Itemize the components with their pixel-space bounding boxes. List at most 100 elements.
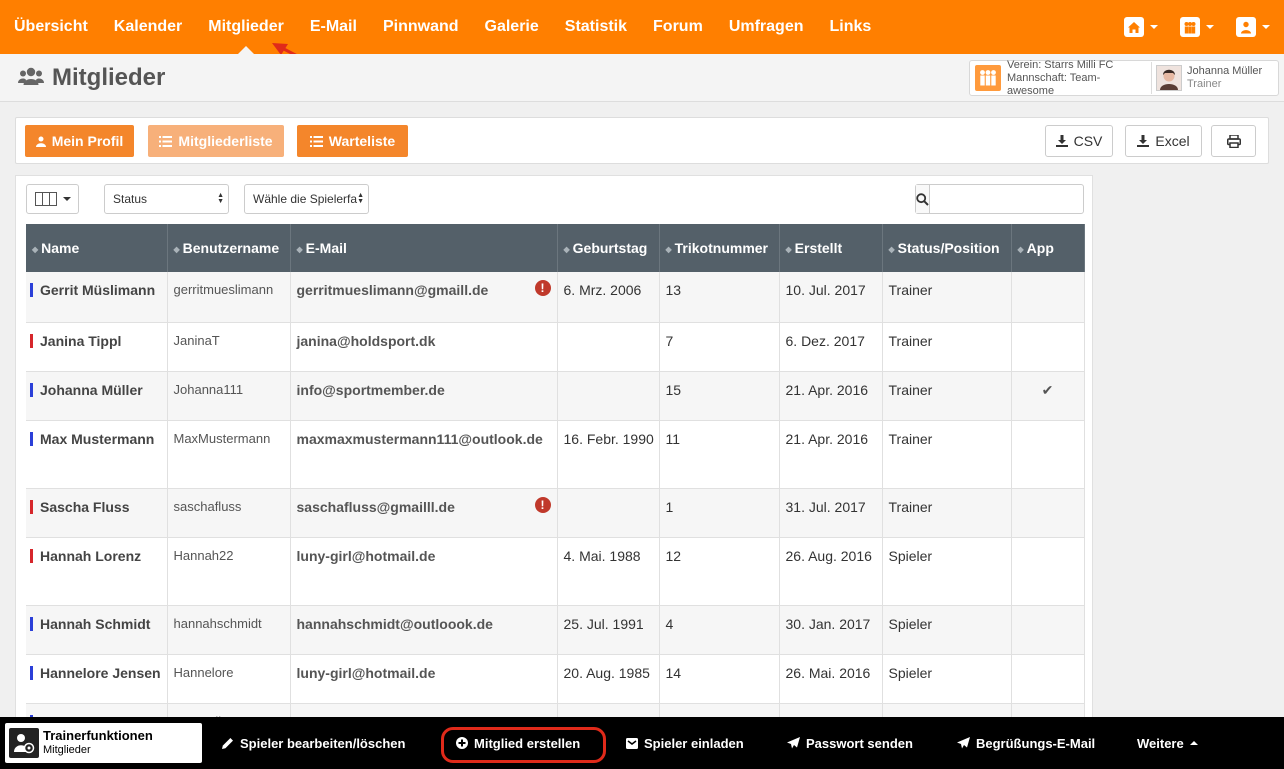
username-cell: Johanna111 bbox=[167, 371, 291, 421]
nav-item-umfragen[interactable]: Umfragen bbox=[716, 0, 817, 54]
send-password-button[interactable]: Passwort senden bbox=[787, 717, 913, 769]
member-name-cell[interactable]: Hannah Schmidt bbox=[26, 605, 168, 655]
status-select-value: Status bbox=[113, 192, 148, 206]
email-text: hannahschmidt@outloook.de bbox=[296, 615, 493, 632]
excel-export-button[interactable]: Excel bbox=[1125, 125, 1202, 157]
status-position-cell: Trainer bbox=[882, 420, 1012, 489]
column-header-label: Status/Position bbox=[897, 240, 1000, 256]
nav-item-uebersicht[interactable]: Übersicht bbox=[0, 0, 101, 54]
player-color-select[interactable]: Wähle die Spielerfa ▲ ▼ bbox=[244, 184, 369, 214]
column-header[interactable]: ◆ App bbox=[1011, 224, 1085, 272]
player-color-marker bbox=[30, 431, 33, 446]
team-menu-button[interactable] bbox=[1180, 17, 1214, 37]
column-header[interactable]: ◆ Benutzername bbox=[167, 224, 291, 272]
username-cell: hannahschmidt bbox=[167, 605, 291, 655]
download-icon bbox=[1137, 135, 1150, 147]
invite-players-label: Spieler einladen bbox=[644, 735, 744, 751]
send-password-label: Passwort senden bbox=[806, 735, 913, 751]
column-header[interactable]: ◆ Trikotnummer bbox=[659, 224, 780, 272]
created-date-cell: 21. Apr. 2016 bbox=[779, 420, 883, 489]
nav-item-email[interactable]: E-Mail bbox=[297, 0, 370, 54]
email-cell: luny-girl@hotmail.de bbox=[290, 654, 558, 704]
welcome-email-button[interactable]: Begrüßungs-E-Mail bbox=[957, 717, 1095, 769]
member-name-cell[interactable]: Hannah Lorenz bbox=[26, 537, 168, 606]
invite-players-button[interactable]: Spieler einladen bbox=[626, 717, 744, 769]
csv-export-button[interactable]: CSV bbox=[1045, 125, 1113, 157]
birthday-cell: 25. Jul. 1991 bbox=[557, 605, 660, 655]
nav-item-mitglieder[interactable]: Mitglieder bbox=[195, 0, 297, 54]
search-input[interactable] bbox=[930, 185, 1091, 213]
username-cell: gerritmueslimann bbox=[167, 272, 291, 323]
username-cell: saschafluss bbox=[167, 488, 291, 538]
player-color-marker bbox=[30, 333, 33, 348]
username-cell: MaxMustermann bbox=[167, 420, 291, 489]
warning-icon[interactable]: ! bbox=[534, 280, 551, 296]
column-toggle-button[interactable] bbox=[26, 184, 79, 214]
table-row[interactable]: Hannah Lorenz Hannah22 luny-girl@hotmail.d… bbox=[26, 537, 1085, 606]
nav-item-galerie[interactable]: Galerie bbox=[472, 0, 552, 54]
member-name-cell[interactable]: Max Mustermann bbox=[26, 420, 168, 489]
my-profile-button[interactable]: Mein Profil bbox=[25, 125, 134, 157]
nav-item-forum[interactable]: Forum bbox=[640, 0, 716, 54]
trainer-functions-title: Trainerfunktionen bbox=[43, 728, 153, 743]
sort-icon: ◆ bbox=[32, 244, 39, 254]
email-cell: info@sportmember.de bbox=[290, 371, 558, 421]
print-button[interactable] bbox=[1211, 125, 1256, 157]
user-menu-button[interactable] bbox=[1236, 17, 1270, 37]
waitlist-button[interactable]: Warteliste bbox=[297, 125, 408, 157]
member-name-cell[interactable]: Janina Tippl bbox=[26, 322, 168, 372]
create-member-button[interactable]: Mitglied erstellen bbox=[456, 717, 580, 769]
column-header-label: App bbox=[1026, 240, 1054, 256]
jersey-number-cell: 15 bbox=[659, 371, 780, 421]
column-header-label: Trikotnummer bbox=[674, 240, 769, 256]
sort-icon: ◆ bbox=[1017, 244, 1024, 254]
status-select[interactable]: Status ▲ ▼ bbox=[104, 184, 229, 214]
trainer-functions-bar: Trainerfunktionen Mitglieder Spieler bea… bbox=[0, 717, 1284, 769]
chevron-down-icon bbox=[62, 197, 71, 201]
status-position-cell: Spieler bbox=[882, 537, 1012, 606]
member-name-cell[interactable]: Hannelore Jensen bbox=[26, 654, 168, 704]
sort-icon: ◆ bbox=[785, 244, 792, 254]
jersey-number-cell: 11 bbox=[659, 420, 780, 489]
member-list-button[interactable]: Mitgliederliste bbox=[148, 125, 284, 157]
player-color-marker bbox=[30, 382, 33, 397]
nav-item-kalender[interactable]: Kalender bbox=[101, 0, 195, 54]
select-arrows-icon: ▲ ▼ bbox=[217, 192, 224, 205]
column-header[interactable]: ◆ Status/Position bbox=[882, 224, 1012, 272]
column-header[interactable]: ◆ Geburtstag bbox=[557, 224, 660, 272]
email-text: janina@holdsport.dk bbox=[296, 332, 436, 349]
member-name: Hannah Schmidt bbox=[40, 615, 151, 632]
created-date-cell: 31. Jul. 2017 bbox=[779, 488, 883, 538]
app-status-cell bbox=[1011, 537, 1085, 606]
home-menu-button[interactable] bbox=[1124, 17, 1158, 37]
nav-item-links[interactable]: Links bbox=[817, 0, 885, 54]
email-cell: luny-girl@hotmail.de bbox=[290, 537, 558, 606]
members-table-panel: Status ▲ ▼ Wähle die Spielerfa ▲ ▼ ◆ Name ◆ B… bbox=[15, 175, 1093, 735]
table-row[interactable]: Hannah Schmidt hannahschmidt hannahschmidt… bbox=[26, 605, 1085, 655]
paper-plane-icon bbox=[787, 737, 800, 749]
sort-icon: ◆ bbox=[173, 244, 180, 254]
table-row[interactable]: Johanna Müller Johanna111 info@sportmember… bbox=[26, 371, 1085, 421]
search-icon[interactable] bbox=[916, 185, 930, 213]
member-name-cell[interactable]: Gerrit Müslimann bbox=[26, 272, 168, 323]
status-position-cell: Trainer bbox=[882, 272, 1012, 323]
more-button[interactable]: Weitere bbox=[1137, 717, 1198, 769]
column-header[interactable]: ◆ Erstellt bbox=[779, 224, 883, 272]
column-header[interactable]: ◆ Name bbox=[26, 224, 168, 272]
table-row[interactable]: Max Mustermann MaxMustermann maxmaxmusterm… bbox=[26, 420, 1085, 489]
member-name-cell[interactable]: Johanna Müller bbox=[26, 371, 168, 421]
created-date-cell: 6. Dez. 2017 bbox=[779, 322, 883, 372]
club-user-info[interactable]: Verein: Starrs Milli FC Mannschaft: Team… bbox=[969, 59, 1279, 97]
table-row[interactable]: Hannelore Jensen Hannelore luny-girl@hotma… bbox=[26, 654, 1085, 704]
nav-item-statistik[interactable]: Statistik bbox=[552, 0, 640, 54]
trainer-functions-box[interactable]: Trainerfunktionen Mitglieder bbox=[5, 723, 202, 763]
nav-item-pinnwand[interactable]: Pinnwand bbox=[370, 0, 472, 54]
column-header[interactable]: ◆ E-Mail bbox=[290, 224, 558, 272]
table-row[interactable]: Gerrit Müslimann gerritmueslimann gerritmu… bbox=[26, 272, 1085, 323]
member-name-cell[interactable]: Sascha Fluss bbox=[26, 488, 168, 538]
my-profile-label: Mein Profil bbox=[51, 133, 124, 149]
edit-players-button[interactable]: Spieler bearbeiten/löschen bbox=[222, 717, 405, 769]
warning-icon[interactable]: ! bbox=[534, 496, 551, 513]
table-row[interactable]: Sascha Fluss saschafluss saschafluss@gmail… bbox=[26, 488, 1085, 538]
table-row[interactable]: Janina Tippl JaninaT janina@holdsport.dk 7 6… bbox=[26, 322, 1085, 372]
